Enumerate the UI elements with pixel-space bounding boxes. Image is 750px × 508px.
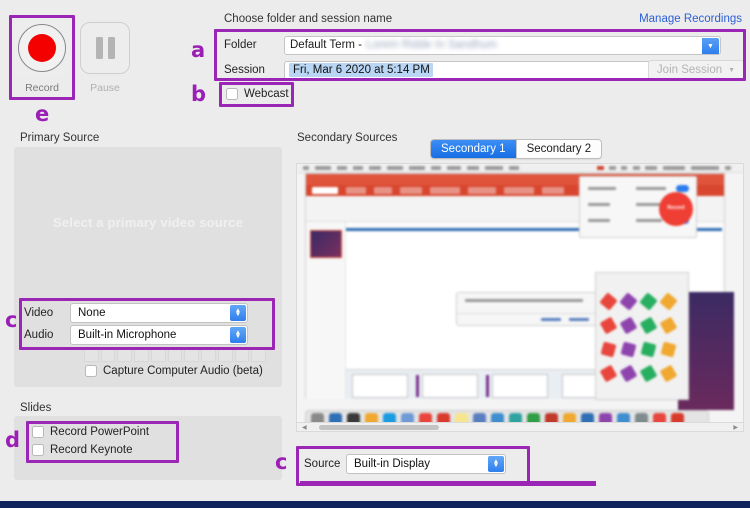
folder-value: Default Term - <box>290 39 363 51</box>
scrollbar-thumb[interactable] <box>319 425 439 430</box>
checkbox-box[interactable] <box>32 444 44 456</box>
session-label: Session <box>224 64 265 76</box>
capture-computer-audio-checkbox[interactable]: Capture Computer Audio (beta) <box>85 365 263 377</box>
annotation-a: a <box>191 38 206 62</box>
pause-button-label: Pause <box>90 82 120 94</box>
chevron-down-icon[interactable]: ▼ <box>702 37 719 54</box>
permission-dialog <box>456 292 602 326</box>
chevron-right-icon[interactable]: ▶ <box>733 424 738 431</box>
audio-source-value: Built-in Microphone <box>78 329 177 341</box>
secondary-source-value: Built-in Display <box>354 458 431 470</box>
meter-segment <box>84 349 99 362</box>
folder-value-redacted: Lorem Ridde In Sandhum <box>366 39 498 51</box>
record-ring <box>18 24 66 72</box>
audio-level-meter <box>84 349 267 362</box>
slides-title: Slides <box>20 402 52 414</box>
audio-source-row: Audio Built-in Microphone ▲ ▼ <box>24 325 248 345</box>
session-name-value: Fri, Mar 6 2020 at 5:14 PM <box>289 63 433 77</box>
pause-bars-icon <box>107 37 115 59</box>
record-keynote-checkbox[interactable]: Record Keynote <box>32 444 149 456</box>
video-source-select[interactable]: None ▲ ▼ <box>70 303 248 323</box>
secondary-sources-title: Secondary Sources <box>297 132 398 144</box>
annotation-c-primary: c <box>5 308 18 332</box>
meter-segment <box>167 349 183 362</box>
panopto-recorder-window: Record Pause Choose folder and session n… <box>0 0 750 508</box>
meter-segment <box>251 349 267 362</box>
folder-label: Folder <box>224 39 257 51</box>
manage-recordings-link[interactable]: Manage Recordings <box>639 13 742 25</box>
meter-segment <box>217 349 233 362</box>
meter-segment <box>100 349 116 362</box>
join-session-button[interactable]: Join Session ▼ <box>648 60 744 80</box>
checkbox-box[interactable] <box>32 426 44 438</box>
record-powerpoint-checkbox[interactable]: Record PowerPoint <box>32 426 149 438</box>
bottom-purple-rule <box>300 481 596 486</box>
checkbox-box[interactable] <box>85 365 97 377</box>
webcast-checkbox[interactable]: Webcast <box>226 88 289 100</box>
record-dot-icon <box>28 34 56 62</box>
audio-source-select[interactable]: Built-in Microphone ▲ ▼ <box>70 325 248 345</box>
stepper-arrows-icon[interactable]: ▲ ▼ <box>230 327 246 343</box>
folder-select[interactable]: Default Term - Lorem Ridde In Sandhum ▼ <box>284 35 721 55</box>
primary-source-placeholder: Select a primary video source <box>52 215 244 230</box>
meter-segment <box>184 349 200 362</box>
secondary-source-select[interactable]: Built-in Display ▲ ▼ <box>346 454 506 474</box>
tab-secondary-1[interactable]: Secondary 1 <box>431 140 517 158</box>
video-label: Video <box>24 307 54 319</box>
record-powerpoint-label: Record PowerPoint <box>50 426 150 438</box>
panopto-record-label-preview: Record <box>667 205 685 211</box>
ink-tools-panel <box>595 272 689 400</box>
pause-bars-icon <box>95 37 103 59</box>
record-button[interactable] <box>14 20 70 76</box>
folder-row: Folder Default Term - Lorem Ridde In San… <box>224 35 744 55</box>
source-label: Source <box>304 458 341 470</box>
join-session-label: Join Session <box>656 64 723 76</box>
chevron-down-icon: ▼ <box>728 66 736 74</box>
preview-horizontal-scrollbar[interactable]: ◀ ▶ <box>297 422 743 431</box>
secondary-tabs: Secondary 1 Secondary 2 <box>430 139 603 159</box>
annotation-e: e <box>35 102 50 126</box>
meter-segment <box>150 349 166 362</box>
record-keynote-label: Record Keynote <box>50 444 133 456</box>
tab-secondary-2[interactable]: Secondary 2 <box>516 140 602 158</box>
annotation-d: d <box>5 428 21 452</box>
annotation-c-secondary: c <box>275 450 288 474</box>
meter-segment <box>234 349 250 362</box>
bottom-navy-strip <box>0 501 750 508</box>
stepper-arrows-icon[interactable]: ▲ ▼ <box>488 456 504 472</box>
pause-button[interactable] <box>80 22 130 74</box>
slide-thumbnail <box>310 230 342 258</box>
secondary-source-preview[interactable]: Record ◀ ▶ <box>296 163 744 432</box>
meter-segment <box>117 349 133 362</box>
slides-checkbox-list: Record PowerPoint Record Keynote <box>32 426 149 456</box>
secondary-source-row: Source Built-in Display ▲ ▼ <box>304 454 506 474</box>
record-button-label: Record <box>25 82 59 94</box>
checkbox-box[interactable] <box>226 88 238 100</box>
webcast-label: Webcast <box>244 88 289 100</box>
screen-capture-preview-image: Record <box>297 164 743 431</box>
meter-segment <box>201 349 216 362</box>
chevron-left-icon[interactable]: ◀ <box>302 424 307 431</box>
stepper-arrows-icon[interactable]: ▲ ▼ <box>230 305 246 321</box>
video-source-row: Video None ▲ ▼ <box>24 303 248 323</box>
annotation-b: b <box>191 82 207 106</box>
audio-label: Audio <box>24 329 54 341</box>
session-name-input[interactable]: Fri, Mar 6 2020 at 5:14 PM <box>284 60 654 80</box>
choose-folder-heading: Choose folder and session name <box>224 13 393 25</box>
meter-segment <box>134 349 149 362</box>
primary-source-title: Primary Source <box>20 132 100 144</box>
capture-computer-audio-label: Capture Computer Audio (beta) <box>103 365 263 377</box>
video-source-value: None <box>78 307 106 319</box>
